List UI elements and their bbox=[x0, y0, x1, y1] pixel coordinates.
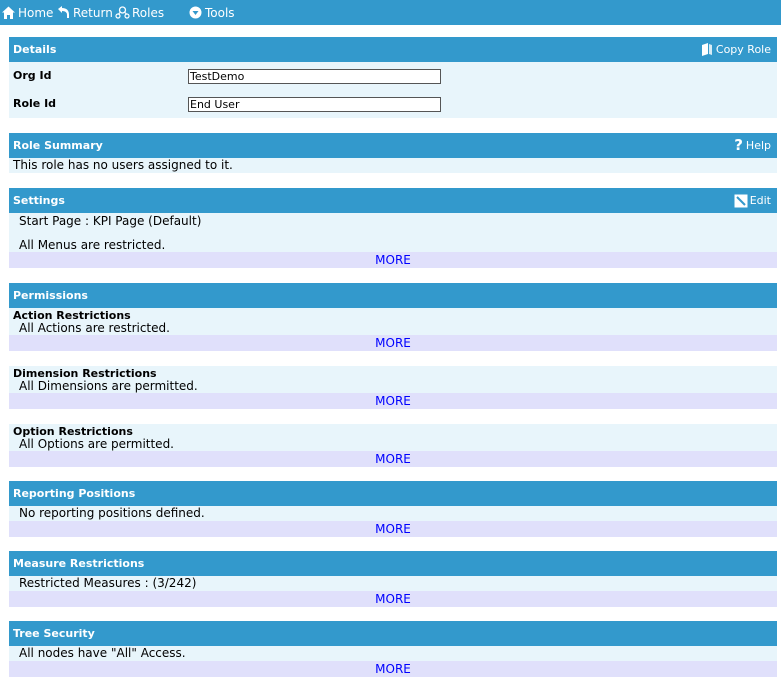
reporting-positions-title: Reporting Positions bbox=[13, 487, 136, 500]
measure-more-bar: MORE bbox=[9, 591, 777, 607]
tree-security-text: All nodes have "All" Access. bbox=[19, 646, 186, 660]
tree-security-body: All nodes have "All" Access. bbox=[9, 646, 777, 661]
reporting-more-bar: MORE bbox=[9, 521, 777, 537]
permissions-header: Permissions bbox=[9, 283, 777, 308]
option-more-bar: MORE bbox=[9, 451, 777, 467]
option-restrictions-text: All Options are permitted. bbox=[19, 437, 174, 451]
action-restrictions-text: All Actions are restricted. bbox=[19, 321, 170, 335]
role-summary-body: This role has no users assigned to it. bbox=[9, 158, 777, 173]
home-nav[interactable]: Home bbox=[1, 0, 53, 25]
roles-icon bbox=[115, 5, 130, 20]
menus-text: All Menus are restricted. bbox=[19, 238, 166, 252]
dimension-restrictions-body: Dimension Restrictions All Dimensions ar… bbox=[9, 366, 777, 393]
role-id-label: Role Id bbox=[13, 97, 57, 110]
edit-icon bbox=[734, 194, 748, 207]
top-toolbar: Home Return Roles Tools bbox=[0, 0, 781, 25]
settings-body: Start Page : KPI Page (Default) All Menu… bbox=[9, 213, 777, 252]
roles-nav[interactable]: Roles bbox=[115, 0, 164, 25]
return-arrow-icon bbox=[56, 5, 71, 20]
settings-section: Settings Edit Start Page : KPI Page (Def… bbox=[9, 188, 777, 268]
dimension-more-bar: MORE bbox=[9, 393, 777, 409]
role-summary-section: Role Summary ? Help This role has no use… bbox=[9, 133, 777, 173]
tree-security-title: Tree Security bbox=[13, 627, 95, 640]
tools-label: Tools bbox=[205, 5, 235, 20]
reporting-more-link[interactable]: MORE bbox=[375, 522, 411, 536]
settings-header: Settings Edit bbox=[9, 188, 777, 213]
return-nav[interactable]: Return bbox=[56, 0, 113, 25]
help-label: Help bbox=[745, 139, 771, 152]
roles-label: Roles bbox=[132, 5, 165, 20]
help-icon: ? bbox=[734, 136, 743, 154]
reporting-positions-section: Reporting Positions No reporting positio… bbox=[9, 481, 777, 537]
measure-restrictions-body: Restricted Measures : (3/242) bbox=[9, 576, 777, 591]
role-summary-text: This role has no users assigned to it. bbox=[13, 158, 233, 172]
help-button[interactable]: ? Help bbox=[734, 133, 771, 158]
measure-restrictions-header: Measure Restrictions bbox=[9, 551, 777, 576]
tools-dropdown-icon bbox=[188, 5, 203, 20]
role-summary-header: Role Summary ? Help bbox=[9, 133, 777, 158]
details-section: Details Copy Role Org Id TestDemo Role I… bbox=[9, 37, 777, 118]
settings-more-link[interactable]: MORE bbox=[375, 253, 411, 267]
details-header: Details Copy Role bbox=[9, 37, 777, 62]
home-icon bbox=[1, 5, 16, 20]
org-id-label: Org Id bbox=[13, 69, 52, 82]
measure-restrictions-text: Restricted Measures : (3/242) bbox=[19, 576, 197, 590]
org-id-field[interactable]: TestDemo bbox=[188, 69, 441, 84]
permissions-title: Permissions bbox=[13, 289, 88, 302]
tree-more-bar: MORE bbox=[9, 661, 777, 677]
measure-more-link[interactable]: MORE bbox=[375, 592, 411, 606]
details-body: Org Id TestDemo Role Id End User bbox=[9, 62, 777, 118]
role-summary-title: Role Summary bbox=[13, 139, 103, 152]
dimension-restrictions-text: All Dimensions are permitted. bbox=[19, 379, 198, 393]
action-restrictions-body: Action Restrictions All Actions are rest… bbox=[9, 308, 777, 335]
tree-security-header: Tree Security bbox=[9, 621, 777, 646]
permissions-section: Permissions Action Restrictions All Acti… bbox=[9, 283, 777, 467]
settings-more-bar: MORE bbox=[9, 252, 777, 268]
option-restrictions-body: Option Restrictions All Options are perm… bbox=[9, 424, 777, 451]
dimension-more-link[interactable]: MORE bbox=[375, 394, 411, 408]
details-title: Details bbox=[13, 43, 57, 56]
tree-security-section: Tree Security All nodes have "All" Acces… bbox=[9, 621, 777, 677]
role-id-field[interactable]: End User bbox=[188, 97, 441, 112]
measure-restrictions-section: Measure Restrictions Restricted Measures… bbox=[9, 551, 777, 607]
return-label: Return bbox=[73, 5, 113, 20]
edit-label: Edit bbox=[749, 194, 771, 207]
reporting-positions-header: Reporting Positions bbox=[9, 481, 777, 506]
copy-role-label: Copy Role bbox=[715, 43, 771, 56]
edit-button[interactable]: Edit bbox=[734, 188, 771, 213]
action-more-link[interactable]: MORE bbox=[375, 336, 411, 350]
start-page-text: Start Page : KPI Page (Default) bbox=[19, 214, 202, 228]
tree-more-link[interactable]: MORE bbox=[375, 662, 411, 676]
copy-role-button[interactable]: Copy Role bbox=[700, 37, 771, 62]
measure-restrictions-title: Measure Restrictions bbox=[13, 557, 145, 570]
action-more-bar: MORE bbox=[9, 335, 777, 351]
home-label: Home bbox=[18, 5, 54, 20]
copy-icon bbox=[701, 43, 712, 56]
reporting-positions-body: No reporting positions defined. bbox=[9, 506, 777, 521]
option-more-link[interactable]: MORE bbox=[375, 452, 411, 466]
tools-nav[interactable]: Tools bbox=[188, 0, 235, 25]
settings-title: Settings bbox=[13, 194, 65, 207]
reporting-positions-text: No reporting positions defined. bbox=[19, 506, 205, 520]
